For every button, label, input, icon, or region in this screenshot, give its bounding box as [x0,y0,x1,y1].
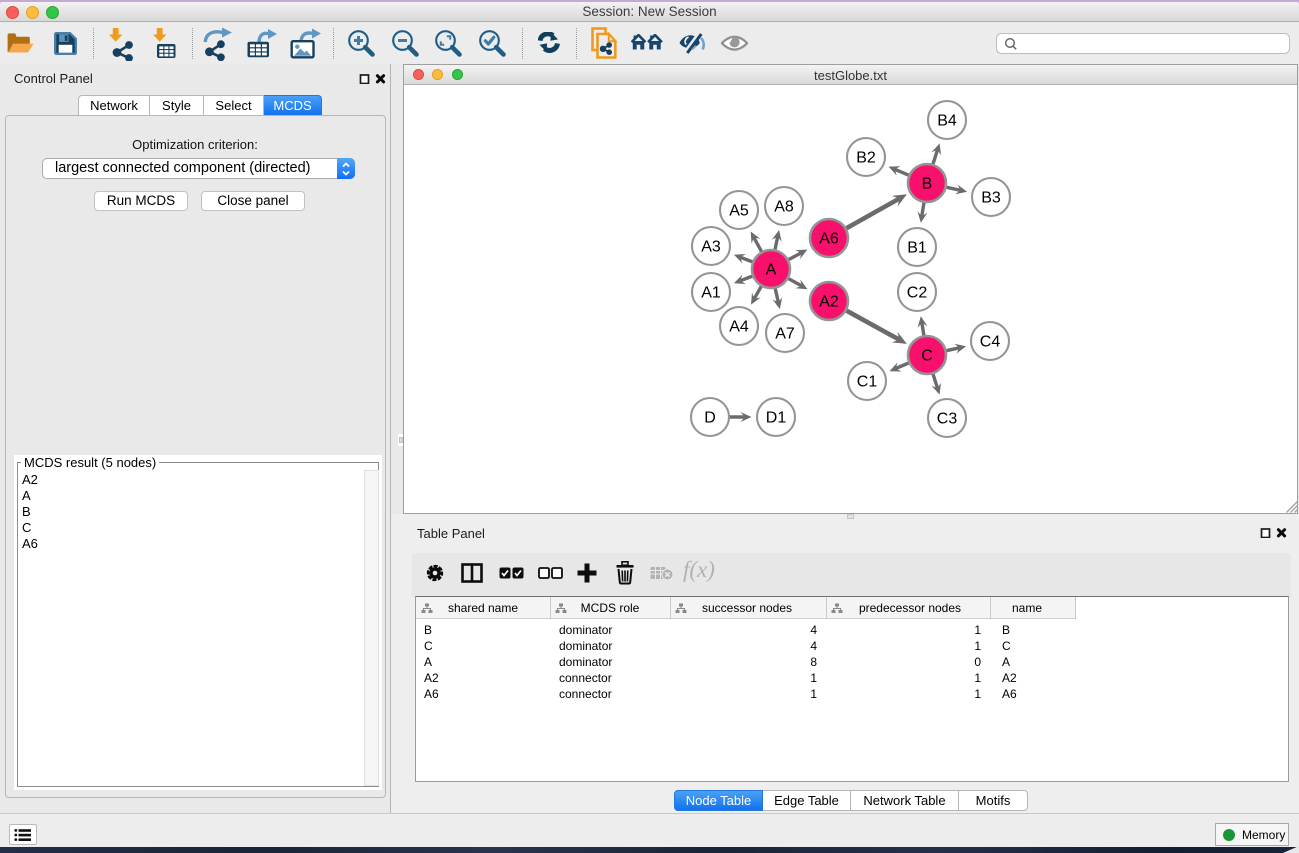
svg-text:B4: B4 [937,113,957,130]
svg-text:B3: B3 [981,190,1001,207]
svg-text:A2: A2 [819,294,839,311]
svg-text:A7: A7 [775,326,795,343]
svg-text:B1: B1 [907,240,927,257]
svg-text:C3: C3 [937,411,958,428]
svg-text:A3: A3 [701,239,721,256]
svg-text:A: A [766,262,777,279]
svg-text:D1: D1 [766,410,787,427]
svg-text:A5: A5 [729,203,749,220]
svg-text:A1: A1 [701,285,721,302]
svg-text:B: B [922,176,933,193]
svg-text:B2: B2 [856,150,876,167]
svg-text:C2: C2 [907,285,928,302]
svg-text:A6: A6 [819,231,839,248]
svg-text:C4: C4 [980,334,1001,351]
svg-text:A8: A8 [774,199,794,216]
svg-text:D: D [704,410,716,427]
svg-text:C: C [921,348,933,365]
svg-text:C1: C1 [857,374,878,391]
svg-text:A4: A4 [729,319,749,336]
